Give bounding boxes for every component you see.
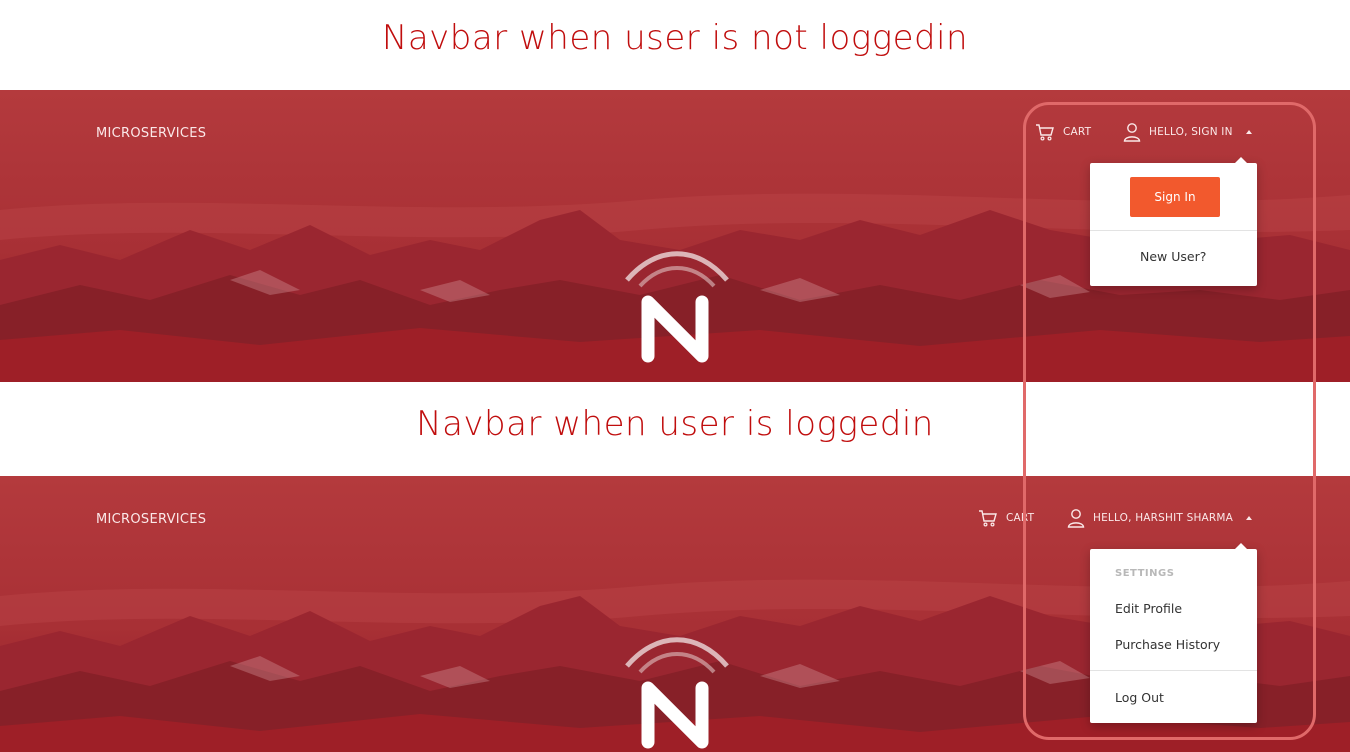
highlight-outline bbox=[1023, 102, 1316, 740]
n-logo-icon bbox=[625, 637, 729, 749]
n-logo-icon bbox=[625, 251, 729, 363]
brand-link[interactable]: MICROSERVICES bbox=[96, 512, 206, 527]
heading-logged-out: Navbar when user is not loggedin bbox=[381, 18, 969, 58]
brand-link[interactable]: MICROSERVICES bbox=[96, 126, 206, 141]
cart-icon bbox=[978, 509, 998, 527]
